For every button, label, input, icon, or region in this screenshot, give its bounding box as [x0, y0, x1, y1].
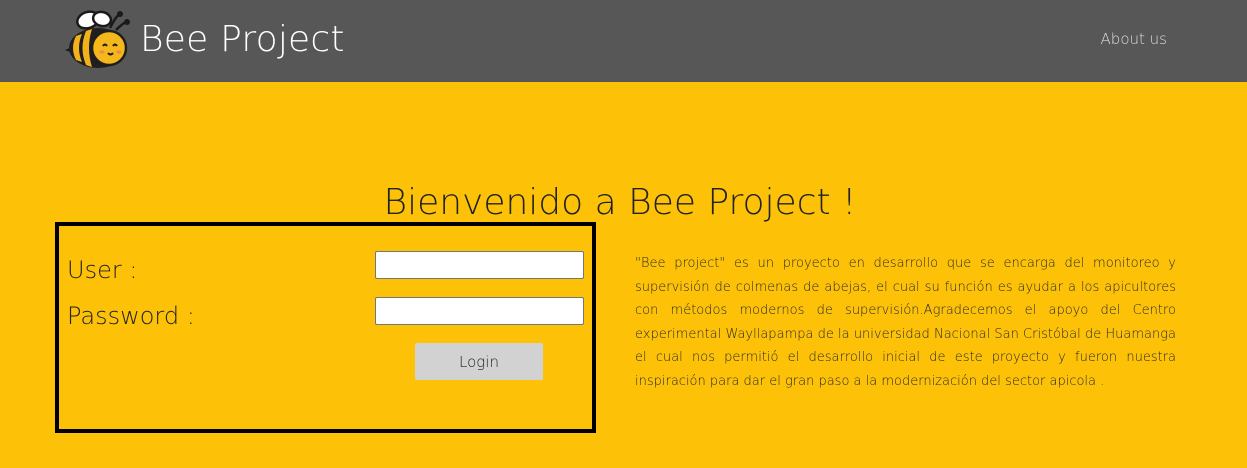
about-us-link[interactable]: About us — [1101, 30, 1167, 48]
welcome-title: Bienvenido a Bee Project ! — [383, 182, 857, 223]
login-button[interactable]: Login — [415, 343, 543, 380]
user-input[interactable] — [375, 251, 584, 279]
password-label: Password : — [67, 302, 195, 330]
brand-link[interactable]: Bee Project — [64, 8, 345, 70]
top-navbar: Bee Project About us — [0, 0, 1247, 82]
bee-icon — [65, 10, 130, 68]
user-label: User : — [67, 256, 138, 284]
login-form: User : Password : Login — [55, 222, 596, 433]
project-description: "Bee project" es un proyecto en desarrol… — [635, 256, 1176, 389]
brand-title: Bee Project — [140, 18, 345, 60]
password-input[interactable] — [375, 297, 584, 325]
